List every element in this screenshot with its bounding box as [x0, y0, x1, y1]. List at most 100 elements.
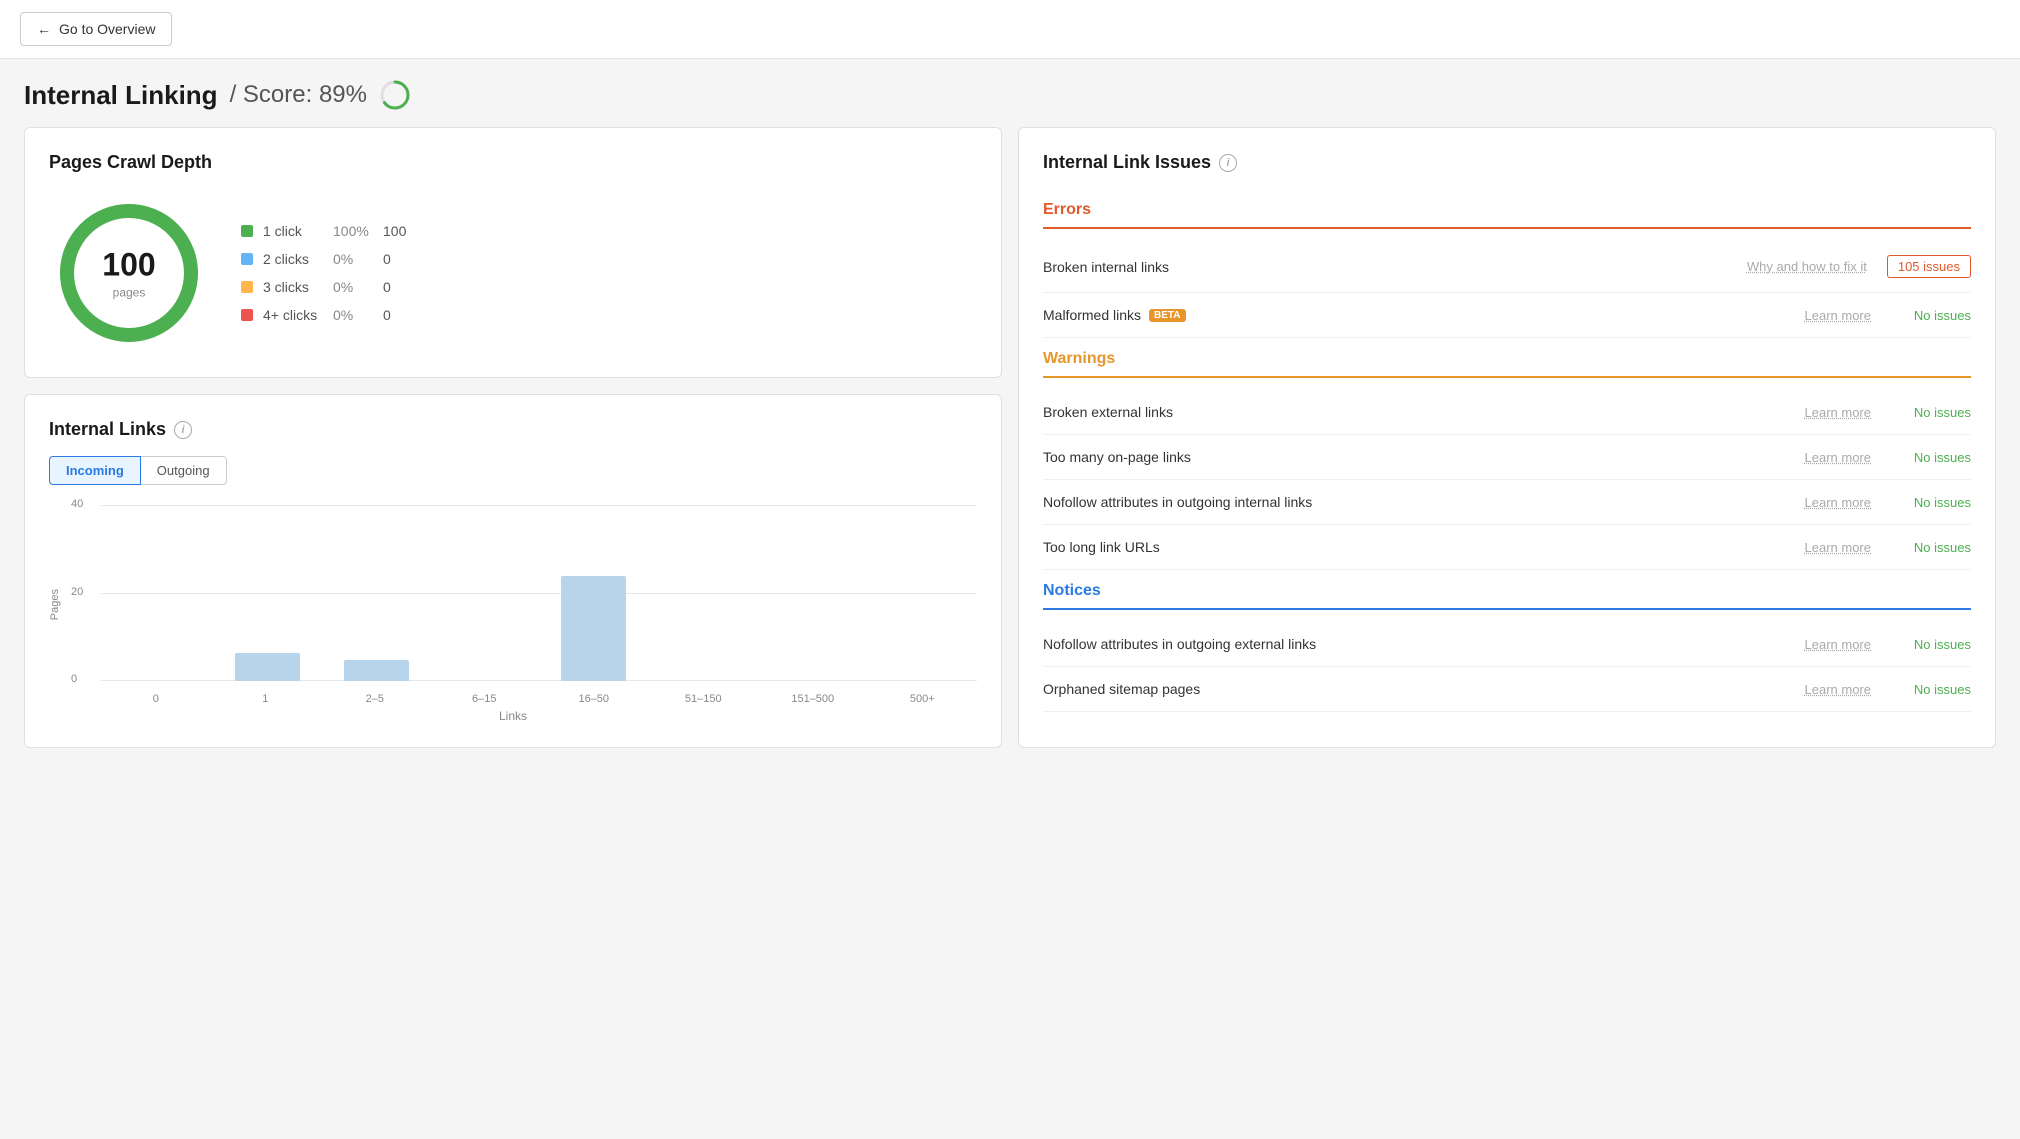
donut-label: pages	[113, 286, 146, 300]
x-label-1: 1	[211, 693, 321, 705]
left-column: Pages Crawl Depth 100 pages 1 click 100	[24, 127, 1002, 748]
issue-row-1-3: Too long link URLsLearn more No issues	[1043, 525, 1971, 570]
issue-name-1-1: Too many on-page links	[1043, 449, 1805, 465]
issue-link-1-1[interactable]: Learn more	[1805, 450, 1871, 465]
legend-dot-2	[241, 281, 253, 293]
issue-status-1-0: No issues	[1891, 405, 1971, 420]
tab-incoming[interactable]: Incoming	[49, 456, 141, 485]
main-content: Pages Crawl Depth 100 pages 1 click 100	[0, 127, 2020, 772]
tab-outgoing[interactable]: Outgoing	[141, 456, 227, 485]
donut-section: 100 pages 1 click 100% 100 2 clicks 0% 0…	[49, 193, 977, 353]
legend-pct-2: 0%	[333, 279, 373, 295]
legend-item-0: 1 click 100% 100	[241, 223, 406, 239]
legend-label-0: 1 click	[263, 223, 323, 239]
bars-container	[101, 505, 977, 681]
x-label-5: 51–150	[649, 693, 759, 705]
arrow-left-icon: ←	[37, 21, 51, 37]
issue-link-2-1[interactable]: Learn more	[1805, 682, 1871, 697]
legend-pct-0: 100%	[333, 223, 373, 239]
legend-label-2: 3 clicks	[263, 279, 323, 295]
issue-row-2-1: Orphaned sitemap pagesLearn more No issue…	[1043, 667, 1971, 712]
legend-count-1: 0	[383, 251, 391, 267]
donut-center: 100 pages	[102, 247, 155, 300]
bar-1	[235, 653, 300, 681]
legend-item-3: 4+ clicks 0% 0	[241, 307, 406, 323]
section-label-notices: Notices	[1043, 570, 1971, 608]
bar-group-4	[539, 576, 648, 681]
internal-links-card: Internal Links i Incoming Outgoing Pages…	[24, 394, 1002, 748]
beta-badge: BETA	[1149, 309, 1185, 322]
issue-name-0-1: Malformed linksBETA	[1043, 307, 1805, 323]
issue-link-2-0[interactable]: Learn more	[1805, 637, 1871, 652]
issue-status-1-3: No issues	[1891, 540, 1971, 555]
issue-status-0-1: No issues	[1891, 308, 1971, 323]
x-label-4: 16–50	[539, 693, 649, 705]
legend-pct-3: 0%	[333, 307, 373, 323]
issue-name-1-0: Broken external links	[1043, 404, 1805, 420]
issues-panel-info-icon[interactable]: i	[1219, 154, 1237, 172]
issues-sections: ErrorsBroken internal linksWhy and how t…	[1043, 189, 1971, 712]
issue-link-0-0[interactable]: Why and how to fix it	[1747, 259, 1867, 274]
issues-panel: Internal Link Issues i ErrorsBroken inte…	[1018, 127, 1996, 748]
crawl-depth-legend: 1 click 100% 100 2 clicks 0% 0 3 clicks …	[241, 223, 406, 323]
internal-links-info-icon[interactable]: i	[174, 421, 192, 439]
crawl-depth-card: Pages Crawl Depth 100 pages 1 click 100	[24, 127, 1002, 378]
issue-row-0-1: Malformed linksBETALearn more No issues	[1043, 293, 1971, 338]
issue-name-2-0: Nofollow attributes in outgoing external…	[1043, 636, 1805, 652]
x-labels: 012–56–1516–5051–150151–500500+	[101, 693, 977, 705]
back-button-label: Go to Overview	[59, 21, 155, 37]
bar-2	[344, 660, 409, 681]
issue-row-0-0: Broken internal linksWhy and how to fix …	[1043, 241, 1971, 293]
section-label-warnings: Warnings	[1043, 338, 1971, 376]
issue-status-1-2: No issues	[1891, 495, 1971, 510]
bar-group-2	[322, 660, 431, 681]
bar-chart: Pages 40 20 0	[49, 505, 977, 705]
issue-row-2-0: Nofollow attributes in outgoing external…	[1043, 622, 1971, 667]
legend-label-1: 2 clicks	[263, 251, 323, 267]
issue-status-2-0: No issues	[1891, 637, 1971, 652]
issue-name-1-2: Nofollow attributes in outgoing internal…	[1043, 494, 1805, 510]
legend-dot-0	[241, 225, 253, 237]
page-header: Internal Linking / Score: 89%	[0, 59, 2020, 127]
page-title: Internal Linking	[24, 80, 218, 111]
back-button[interactable]: ← Go to Overview	[20, 12, 172, 46]
issue-name-2-1: Orphaned sitemap pages	[1043, 681, 1805, 697]
crawl-depth-title: Pages Crawl Depth	[49, 152, 977, 173]
legend-item-2: 3 clicks 0% 0	[241, 279, 406, 295]
issue-name-1-3: Too long link URLs	[1043, 539, 1805, 555]
divider-errors	[1043, 227, 1971, 229]
issues-section-warnings: WarningsBroken external linksLearn moreN…	[1043, 338, 1971, 570]
x-label-3: 6–15	[430, 693, 540, 705]
x-label-6: 151–500	[758, 693, 868, 705]
internal-links-title-row: Internal Links i	[49, 419, 977, 440]
chart-area: 40 20 0 012–56–1516–5051–150151	[69, 505, 977, 705]
issues-section-notices: Notices Nofollow attributes in outgoing e…	[1043, 570, 1971, 712]
issue-status-0-0[interactable]: 105 issues	[1887, 255, 1971, 278]
issue-status-2-1: No issues	[1891, 682, 1971, 697]
donut-number: 100	[102, 247, 155, 284]
issue-link-0-1[interactable]: Learn more	[1805, 308, 1871, 323]
issue-row-1-1: Too many on-page linksLearn more No issue…	[1043, 435, 1971, 480]
issue-row-1-2: Nofollow attributes in outgoing internal…	[1043, 480, 1971, 525]
legend-count-2: 0	[383, 279, 391, 295]
legend-item-1: 2 clicks 0% 0	[241, 251, 406, 267]
y-axis-label: Pages	[49, 589, 61, 620]
donut-chart: 100 pages	[49, 193, 209, 353]
divider-notices	[1043, 608, 1971, 610]
divider-warnings	[1043, 376, 1971, 378]
issue-link-1-3[interactable]: Learn more	[1805, 540, 1871, 555]
x-label-7: 500+	[868, 693, 978, 705]
page-score: / Score: 89%	[230, 81, 367, 109]
legend-count-3: 0	[383, 307, 391, 323]
legend-pct-1: 0%	[333, 251, 373, 267]
issue-link-1-0[interactable]: Learn more	[1805, 405, 1871, 420]
x-label-0: 0	[101, 693, 211, 705]
issue-link-1-2[interactable]: Learn more	[1805, 495, 1871, 510]
bar-group-1	[214, 653, 323, 681]
internal-links-title: Internal Links	[49, 419, 166, 440]
bar-4	[561, 576, 626, 681]
issue-status-1-1: No issues	[1891, 450, 1971, 465]
legend-dot-1	[241, 253, 253, 265]
issues-panel-title: Internal Link Issues i	[1043, 152, 1971, 173]
score-circle-icon	[379, 79, 411, 111]
